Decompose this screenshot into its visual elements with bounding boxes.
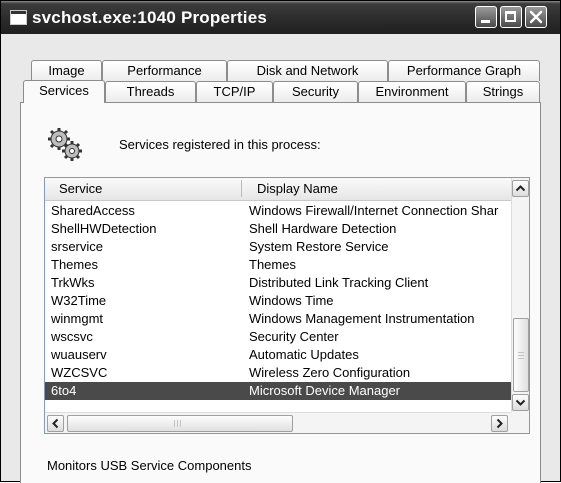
scroll-corner	[511, 412, 529, 433]
service-name: winmgmt	[51, 311, 104, 326]
vertical-scrollbar[interactable]	[511, 178, 529, 412]
service-description: Monitors USB Service Components	[47, 458, 252, 473]
chevron-left-icon	[52, 418, 59, 429]
horizontal-scrollbar[interactable]	[45, 412, 511, 433]
table-row[interactable]: W32Time Windows Time	[45, 292, 511, 310]
table-row[interactable]: wscsvc Security Center	[45, 328, 511, 346]
minimize-button[interactable]	[475, 6, 497, 28]
service-name: wscsvc	[51, 329, 93, 344]
service-name: 6to4	[51, 383, 77, 398]
scroll-down-button[interactable]	[512, 394, 529, 411]
maximize-button[interactable]	[500, 6, 522, 28]
tab-strings[interactable]: Strings	[466, 81, 540, 102]
tab-security[interactable]: Security	[273, 81, 358, 102]
tab-image[interactable]: Image	[31, 60, 102, 81]
vertical-scroll-thumb[interactable]	[513, 318, 529, 392]
tab-performance[interactable]: Performance	[102, 60, 227, 81]
table-row[interactable]: winmgmt Windows Management Instrumentatio…	[45, 310, 511, 328]
horizontal-scroll-thumb[interactable]	[67, 415, 293, 432]
service-name: srservice	[51, 239, 104, 254]
table-row[interactable]: TrkWks Distributed Link Tracking Client	[45, 274, 511, 292]
display-name: System Restore Service	[249, 239, 389, 254]
column-divider[interactable]	[241, 180, 242, 197]
tab-services[interactable]: Services	[23, 80, 105, 103]
display-name: Windows Management Instrumentation	[249, 311, 475, 326]
window-title: svchost.exe:1040 Properties	[32, 8, 268, 27]
close-icon	[529, 10, 543, 24]
table-row[interactable]: wuauserv Automatic Updates	[45, 346, 511, 364]
display-name: Shell Hardware Detection	[249, 221, 397, 236]
chevron-right-icon	[496, 418, 503, 429]
service-name: SharedAccess	[51, 203, 135, 218]
tab-tcp-ip[interactable]: TCP/IP	[196, 81, 273, 102]
scroll-left-button[interactable]	[47, 415, 64, 432]
display-name: Themes	[249, 257, 296, 272]
table-row-selected[interactable]: 6to4 Microsoft Device Manager	[45, 382, 511, 400]
table-row[interactable]: SharedAccess Windows Firewall/Internet Co…	[45, 202, 511, 220]
display-name: Microsoft Device Manager	[249, 383, 400, 398]
window-icon	[10, 10, 27, 25]
table-row[interactable]: WZCSVC Wireless Zero Configuration	[45, 364, 511, 382]
display-name: Windows Time	[249, 293, 334, 308]
tab-environment[interactable]: Environment	[358, 81, 466, 102]
chevron-down-icon	[515, 399, 526, 406]
table-row[interactable]: Themes Themes	[45, 256, 511, 274]
service-name: WZCSVC	[51, 365, 108, 380]
scroll-right-button[interactable]	[491, 415, 508, 432]
display-name: Automatic Updates	[249, 347, 359, 362]
service-name: W32Time	[51, 293, 107, 308]
display-name: Wireless Zero Configuration	[249, 365, 411, 380]
list-header: Service Display Name	[45, 178, 511, 201]
services-heading: Services registered in this process:	[119, 137, 321, 152]
display-name: Security Center	[249, 329, 339, 344]
service-name: ShellHWDetection	[51, 221, 157, 236]
service-name: Themes	[51, 257, 98, 272]
display-name: Windows Firewall/Internet Connection Sha…	[249, 203, 499, 218]
title-bar[interactable]: svchost.exe:1040 Properties	[1, 1, 560, 34]
service-name: wuauserv	[51, 347, 107, 362]
display-name: Distributed Link Tracking Client	[249, 275, 429, 290]
tab-performance-graph[interactable]: Performance Graph	[388, 60, 540, 81]
tab-threads[interactable]: Threads	[105, 81, 196, 102]
properties-window: svchost.exe:1040 Properties Image Perfor…	[0, 0, 561, 483]
service-name: TrkWks	[51, 275, 95, 290]
column-header-service[interactable]: Service	[59, 181, 102, 196]
close-button[interactable]	[525, 6, 547, 28]
chevron-up-icon	[515, 185, 526, 192]
table-row[interactable]: srservice System Restore Service	[45, 238, 511, 256]
services-list[interactable]: Service Display Name SharedAccess Windows…	[44, 177, 530, 434]
table-row[interactable]: ShellHWDetection Shell Hardware Detection	[45, 220, 511, 238]
gears-icon	[48, 128, 82, 161]
tab-disk-and-network[interactable]: Disk and Network	[227, 60, 388, 81]
scroll-up-button[interactable]	[512, 180, 529, 197]
column-header-display-name[interactable]: Display Name	[257, 181, 338, 196]
